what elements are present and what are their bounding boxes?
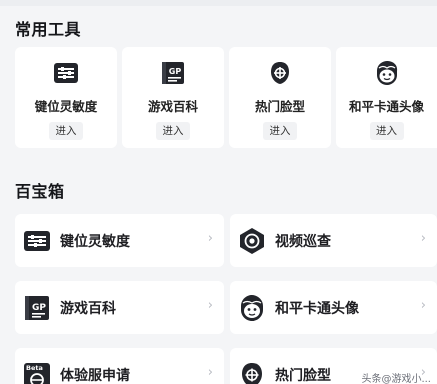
tool-label: 和平卡通头像: [348, 99, 424, 114]
box-item-label: 游戏百科: [60, 301, 116, 317]
tool-card-cartoon-avatar[interactable]: 和平卡通头像 进入: [336, 47, 437, 148]
box-item-label: 键位灵敏度: [60, 234, 130, 250]
enter-button[interactable]: 进入: [263, 122, 297, 140]
watermark: 头条@游戏小...: [361, 374, 431, 384]
gp-book-icon: GP: [22, 293, 52, 323]
sliders-icon: [22, 226, 52, 256]
box-item-beta-apply[interactable]: Beta 体验服申请 ›: [15, 348, 224, 384]
gp-badge: GP: [32, 303, 46, 313]
face-target-icon: [266, 59, 294, 87]
beta-icon: Beta: [22, 360, 52, 384]
chevron-right-icon: ›: [207, 365, 213, 380]
gp-badge: GP: [169, 67, 182, 76]
beta-badge: Beta: [26, 364, 43, 372]
video-eye-icon: [237, 226, 267, 256]
cartoon-face-icon: [373, 59, 401, 87]
box-item-label: 视频巡查: [275, 234, 331, 250]
tool-label: 热门脸型: [254, 99, 305, 114]
chevron-right-icon: ›: [207, 231, 213, 246]
enter-button[interactable]: 进入: [156, 122, 190, 140]
enter-button[interactable]: 进入: [49, 122, 83, 140]
cartoon-face-icon: [237, 293, 267, 323]
box-item-cartoon-avatar[interactable]: 和平卡通头像 ›: [230, 281, 437, 334]
sliders-icon: [52, 59, 80, 87]
box-item-label: 和平卡通头像: [275, 301, 359, 317]
box-item-video-patrol[interactable]: 视频巡查 ›: [230, 214, 437, 267]
box-item-encyclopedia[interactable]: GP 游戏百科 ›: [15, 281, 224, 334]
box-item-label: 热门脸型: [275, 368, 331, 384]
section-title-common-tools: 常用工具: [15, 20, 82, 39]
tool-label: 游戏百科: [147, 99, 198, 114]
box-item-label: 体验服申请: [60, 368, 130, 384]
tool-card-sensitivity[interactable]: 键位灵敏度 进入: [15, 47, 117, 148]
tool-card-face-shape[interactable]: 热门脸型 进入: [229, 47, 331, 148]
box-item-sensitivity[interactable]: 键位灵敏度 ›: [15, 214, 224, 267]
section-title-treasure-box: 百宝箱: [15, 182, 65, 201]
top-strip: [0, 0, 437, 6]
gp-book-icon: GP: [159, 59, 187, 87]
tool-card-encyclopedia[interactable]: GP 游戏百科 进入: [122, 47, 224, 148]
enter-button[interactable]: 进入: [369, 122, 404, 140]
tool-label: 键位灵敏度: [34, 99, 98, 114]
chevron-right-icon: ›: [420, 231, 426, 246]
chevron-right-icon: ›: [420, 298, 426, 313]
chevron-right-icon: ›: [207, 298, 213, 313]
face-target-icon: [237, 360, 267, 384]
